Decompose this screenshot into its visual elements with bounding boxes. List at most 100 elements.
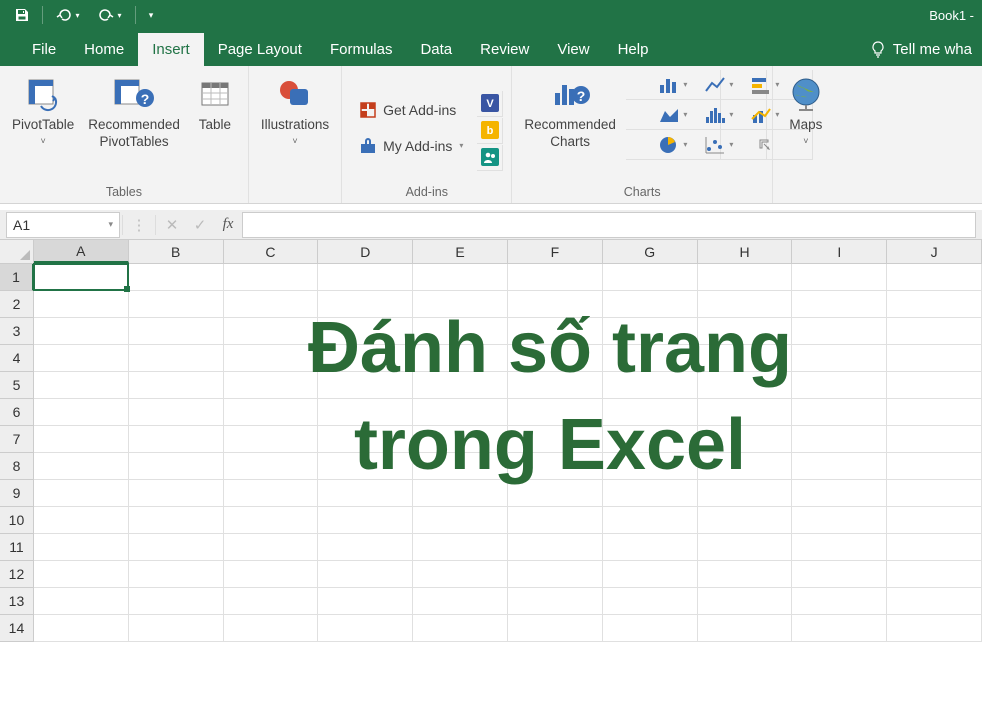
grid-cell[interactable] xyxy=(224,264,319,291)
recommended-pivottables-button[interactable]: ? Recommended PivotTables xyxy=(84,70,184,151)
grid-cell[interactable] xyxy=(34,588,129,615)
tab-review[interactable]: Review xyxy=(466,33,543,66)
grid-cell[interactable] xyxy=(129,507,224,534)
grid-cell[interactable] xyxy=(413,453,508,480)
grid-cell[interactable] xyxy=(887,399,982,426)
tab-help[interactable]: Help xyxy=(604,33,663,66)
grid-cell[interactable] xyxy=(224,534,319,561)
grid-cell[interactable] xyxy=(698,426,793,453)
grid-cell[interactable] xyxy=(508,264,603,291)
grid-cell[interactable] xyxy=(34,507,129,534)
column-header[interactable]: D xyxy=(318,240,413,263)
grid-cell[interactable] xyxy=(413,399,508,426)
row-header[interactable]: 7 xyxy=(0,426,34,453)
grid-cell[interactable] xyxy=(792,372,887,399)
grid-cell[interactable] xyxy=(698,534,793,561)
grid-cell[interactable] xyxy=(224,480,319,507)
grid-cell[interactable] xyxy=(887,534,982,561)
grid-cell[interactable] xyxy=(887,345,982,372)
redo-button[interactable]: ▾ xyxy=(91,3,129,27)
grid-cell[interactable] xyxy=(792,399,887,426)
grid-cell[interactable] xyxy=(34,480,129,507)
grid-cell[interactable] xyxy=(224,426,319,453)
grid-cell[interactable] xyxy=(224,588,319,615)
grid-cell[interactable] xyxy=(34,561,129,588)
grid-cell[interactable] xyxy=(413,372,508,399)
grid-cell[interactable] xyxy=(792,615,887,642)
tab-insert[interactable]: Insert xyxy=(138,33,204,66)
grid-cell[interactable] xyxy=(508,615,603,642)
column-header[interactable]: B xyxy=(129,240,224,263)
grid-cell[interactable] xyxy=(34,615,129,642)
grid-cell[interactable] xyxy=(792,264,887,291)
grid-cell[interactable] xyxy=(413,480,508,507)
column-header[interactable]: F xyxy=(508,240,603,263)
grid-cell[interactable] xyxy=(698,399,793,426)
column-header[interactable]: E xyxy=(413,240,508,263)
grid-cell[interactable] xyxy=(129,345,224,372)
grid-cell[interactable] xyxy=(129,480,224,507)
grid-cell[interactable] xyxy=(698,480,793,507)
grid-cell[interactable] xyxy=(508,453,603,480)
column-header[interactable]: A xyxy=(34,240,129,263)
grid-cell[interactable] xyxy=(224,615,319,642)
grid-cell[interactable] xyxy=(792,345,887,372)
maps-button[interactable]: Maps ˅ xyxy=(781,70,831,146)
grid-cell[interactable] xyxy=(318,534,413,561)
grid-cell[interactable] xyxy=(698,507,793,534)
tab-data[interactable]: Data xyxy=(406,33,466,66)
grid-cell[interactable] xyxy=(603,615,698,642)
row-header[interactable]: 1 xyxy=(0,264,34,291)
grid-cell[interactable] xyxy=(887,264,982,291)
grid-cell[interactable] xyxy=(318,372,413,399)
fx-button[interactable]: fx xyxy=(214,212,242,238)
grid-cell[interactable] xyxy=(792,453,887,480)
grid-cell[interactable] xyxy=(129,372,224,399)
grid-cell[interactable] xyxy=(792,480,887,507)
grid-cell[interactable] xyxy=(792,561,887,588)
grid-cell[interactable] xyxy=(698,588,793,615)
grid-cell[interactable] xyxy=(129,291,224,318)
grid-cell[interactable] xyxy=(887,615,982,642)
column-header[interactable]: I xyxy=(792,240,887,263)
name-box[interactable]: A1 ▾ xyxy=(6,212,120,238)
grid-cell[interactable] xyxy=(698,372,793,399)
tell-me-search[interactable]: Tell me wha xyxy=(859,32,982,66)
grid-cell[interactable] xyxy=(413,615,508,642)
undo-button[interactable]: ▾ xyxy=(49,3,87,27)
grid-cell[interactable] xyxy=(603,426,698,453)
row-header[interactable]: 8 xyxy=(0,453,34,480)
grid-cell[interactable] xyxy=(508,426,603,453)
grid-cell[interactable] xyxy=(887,426,982,453)
grid-cell[interactable] xyxy=(318,426,413,453)
column-header[interactable]: J xyxy=(887,240,982,263)
grid-cell[interactable] xyxy=(698,453,793,480)
grid-cell[interactable] xyxy=(129,453,224,480)
grid-cell[interactable] xyxy=(508,588,603,615)
grid-cell[interactable] xyxy=(698,615,793,642)
grid-cell[interactable] xyxy=(318,291,413,318)
grid-cell[interactable] xyxy=(224,372,319,399)
tab-file[interactable]: File xyxy=(18,33,70,66)
grid-cell[interactable] xyxy=(603,507,698,534)
grid-cell[interactable] xyxy=(224,291,319,318)
tab-page-layout[interactable]: Page Layout xyxy=(204,33,316,66)
grid-cell[interactable] xyxy=(603,534,698,561)
grid-cell[interactable] xyxy=(887,561,982,588)
grid-cell[interactable] xyxy=(34,399,129,426)
bing-addin-button[interactable]: b xyxy=(477,118,503,144)
row-header[interactable]: 10 xyxy=(0,507,34,534)
illustrations-button[interactable]: Illustrations ˅ xyxy=(257,70,333,146)
grid-cell[interactable] xyxy=(34,264,129,291)
grid-cell[interactable] xyxy=(34,291,129,318)
recommended-charts-button[interactable]: ? Recommended Charts xyxy=(520,70,620,151)
people-addin-button[interactable] xyxy=(477,145,503,171)
grid-cell[interactable] xyxy=(413,291,508,318)
grid-cell[interactable] xyxy=(887,507,982,534)
grid-cell[interactable] xyxy=(224,453,319,480)
grid-cell[interactable] xyxy=(508,345,603,372)
grid-cell[interactable] xyxy=(508,561,603,588)
grid-cell[interactable] xyxy=(318,264,413,291)
grid-cell[interactable] xyxy=(318,480,413,507)
grid-cell[interactable] xyxy=(698,291,793,318)
